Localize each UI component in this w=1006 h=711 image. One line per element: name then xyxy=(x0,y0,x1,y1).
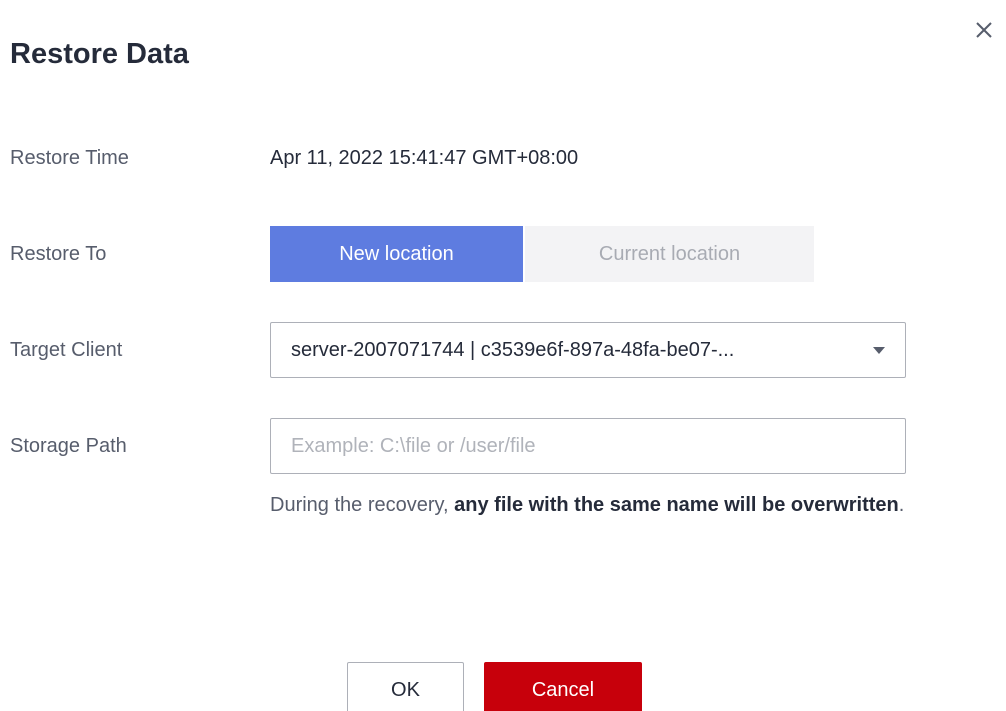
cancel-button[interactable]: Cancel xyxy=(484,662,642,711)
hint-prefix: During the recovery, xyxy=(270,494,455,516)
hint-emphasis: any file with the same name will be over… xyxy=(454,494,899,516)
storage-path-input[interactable] xyxy=(270,418,906,474)
caret-down-icon xyxy=(873,346,885,354)
target-client-label: Target Client xyxy=(10,339,123,361)
target-client-select[interactable]: server-2007071744 | c3539e6f-897a-48fa-b… xyxy=(270,322,906,378)
overwrite-hint: During the recovery, any file with the s… xyxy=(270,492,910,518)
hint-suffix: . xyxy=(898,494,905,516)
restore-time-label: Restore Time xyxy=(10,147,129,169)
storage-path-label: Storage Path xyxy=(10,435,127,457)
close-button[interactable] xyxy=(970,16,998,44)
current-location-button[interactable]: Current location xyxy=(525,226,814,282)
close-icon xyxy=(976,22,992,38)
restore-to-label: Restore To xyxy=(10,243,107,265)
dialog-title: Restore Data xyxy=(10,38,189,70)
new-location-button[interactable]: New location xyxy=(270,226,523,282)
restore-data-dialog: Restore Data Restore Time Apr 11, 2022 1… xyxy=(0,0,1006,711)
restore-time-value: Apr 11, 2022 15:41:47 GMT+08:00 xyxy=(270,147,579,169)
ok-button[interactable]: OK xyxy=(347,662,464,711)
target-client-value: server-2007071744 | c3539e6f-897a-48fa-b… xyxy=(291,338,735,361)
